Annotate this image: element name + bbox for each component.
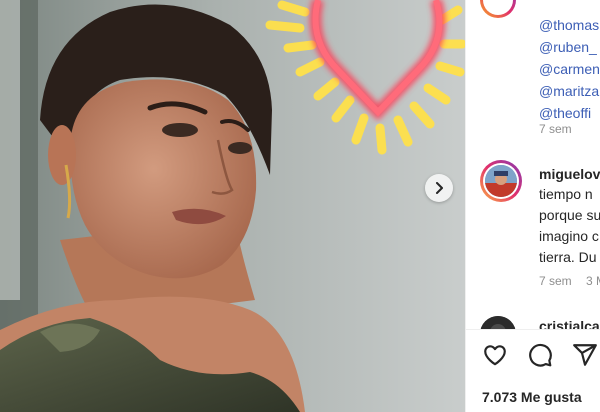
mention-link[interactable]: @theoffi [539,102,600,124]
mention-link[interactable]: @maritza [539,80,600,102]
photo-illustration [0,0,465,412]
chevron-right-icon [436,182,443,194]
avatar[interactable] [480,0,516,18]
comment-line: tierra. Du [539,249,597,265]
comment-line: imagino c [539,228,599,244]
post-photo [0,0,465,412]
mention-link[interactable]: @carmen [539,58,600,80]
comment-line: porque su [539,207,600,223]
mention-list: @thomas @ruben_ @carmen @maritza @theoff… [539,14,600,124]
likes-count[interactable]: 7.073 Me gusta [482,389,582,405]
mention-link[interactable]: @ruben_ [539,36,600,58]
action-icons [482,342,598,368]
comment-likes[interactable]: 3 M [586,274,600,288]
mention-link[interactable]: @thomas [539,14,600,36]
comment-timestamp[interactable]: 7 sem [539,122,572,136]
comment-text: tiempo n porque su imagino c tierra. Du [539,184,600,268]
comment-timestamp[interactable]: 7 sem [539,274,572,288]
next-photo-button[interactable] [425,174,453,202]
comment-username[interactable]: miguelov [539,166,600,182]
share-icon[interactable] [572,342,598,368]
comment-line: tiempo n [539,186,593,202]
comment-icon[interactable] [527,342,553,368]
commenter-avatar[interactable] [480,160,522,202]
heart-icon[interactable] [482,342,508,368]
avatar-photo [485,165,517,197]
comments-panel: @thomas @ruben_ @carmen @maritza @theoff… [465,0,600,412]
